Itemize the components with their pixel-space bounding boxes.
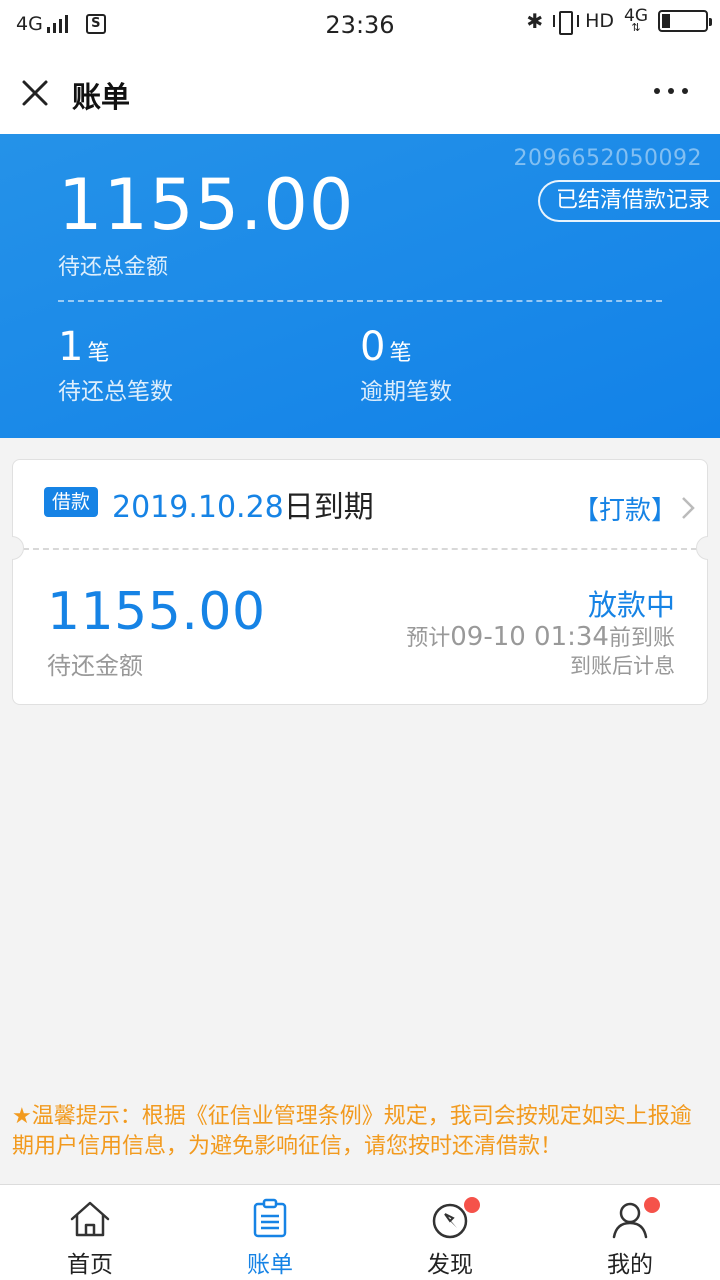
loan-amount: 1155.00 bbox=[47, 582, 266, 642]
discover-badge bbox=[464, 1197, 480, 1213]
eta-suffix: 前到账 bbox=[608, 626, 675, 651]
summary-divider bbox=[58, 300, 662, 302]
battery-level bbox=[662, 14, 670, 28]
card-notch-right bbox=[696, 536, 708, 560]
bottom-nav: 首页 账单 发现 我的 bbox=[0, 1184, 720, 1280]
status-right: ✱ HD 4G ⇅ bbox=[526, 8, 712, 35]
close-icon[interactable] bbox=[18, 76, 52, 110]
pending-count-label: 待还总笔数 bbox=[58, 379, 173, 405]
overdue-count-row: 0笔 bbox=[360, 324, 452, 370]
total-pending-amount: 1155.00 bbox=[58, 164, 355, 246]
nav-item-mine[interactable]: 我的 bbox=[540, 1185, 720, 1280]
pending-count-unit: 笔 bbox=[87, 341, 110, 366]
loan-amount-label: 待还金额 bbox=[47, 652, 143, 680]
card-divider bbox=[23, 548, 697, 550]
bill-icon bbox=[253, 1198, 287, 1238]
credit-warning-tip: ★温馨提示：根据《征信业管理条例》规定，我司会按规定如实上报逾期用户信用信息，为… bbox=[12, 1104, 692, 1159]
bluetooth-icon: ✱ bbox=[526, 9, 544, 33]
pending-count-row: 1笔 bbox=[58, 324, 173, 370]
loan-card[interactable]: 借款 2019.10.28日到期 【打款】 1155.00 待还金额 放款中 预… bbox=[12, 459, 708, 705]
overdue-count-unit: 笔 bbox=[389, 341, 412, 366]
loan-status: 放款中 bbox=[587, 588, 675, 622]
hd-label: HD bbox=[585, 10, 614, 32]
overdue-count-label: 逾期笔数 bbox=[360, 379, 452, 405]
due-date-suffix: 日到期 bbox=[283, 490, 374, 525]
home-icon bbox=[70, 1201, 110, 1237]
nav-label-home: 首页 bbox=[67, 1252, 113, 1278]
arrival-eta: 预计09-10 01:34前到账 bbox=[406, 620, 675, 652]
eta-time: 09-10 01:34 bbox=[450, 622, 609, 652]
nav-label-bill: 账单 bbox=[247, 1252, 293, 1278]
nav-item-discover[interactable]: 发现 bbox=[360, 1185, 540, 1280]
header: 账单 bbox=[0, 50, 720, 134]
overdue-count-stat: 0笔 逾期笔数 bbox=[360, 324, 452, 406]
eta-prefix: 预计 bbox=[406, 626, 451, 651]
nav-label-discover: 发现 bbox=[427, 1252, 473, 1278]
loan-tag: 借款 bbox=[44, 487, 99, 517]
pending-count-stat: 1笔 待还总笔数 bbox=[58, 324, 173, 406]
nav-label-mine: 我的 bbox=[607, 1252, 653, 1278]
nav-item-home[interactable]: 首页 bbox=[0, 1185, 180, 1280]
data-arrows-icon: ⇅ bbox=[631, 21, 641, 34]
network-4g-icon: 4G ⇅ bbox=[624, 8, 648, 34]
page-title: 账单 bbox=[72, 80, 131, 114]
order-number: 2096652050092 bbox=[513, 146, 702, 171]
more-icon[interactable] bbox=[654, 88, 688, 94]
due-date: 2019.10.28日到期 bbox=[112, 482, 374, 526]
status-bar: 4G S 23:36 ✱ HD 4G ⇅ bbox=[0, 0, 720, 50]
transfer-link[interactable]: 【打款】 bbox=[573, 490, 677, 527]
battery-icon bbox=[658, 10, 712, 32]
vibrate-icon bbox=[553, 9, 580, 35]
cleared-loans-button[interactable]: 已结清借款记录 bbox=[537, 180, 720, 222]
summary-banner: 2096652050092 已结清借款记录 1155.00 待还总金额 1笔 待… bbox=[0, 134, 720, 438]
mine-badge bbox=[644, 1197, 660, 1213]
overdue-count: 0 bbox=[360, 324, 386, 370]
interest-note: 到账后计息 bbox=[570, 654, 675, 678]
total-pending-label: 待还总金额 bbox=[58, 255, 169, 280]
due-date-value: 2019.10.28 bbox=[112, 490, 284, 525]
card-notch-left bbox=[12, 536, 24, 560]
nav-item-bill[interactable]: 账单 bbox=[180, 1185, 360, 1280]
chevron-right-icon[interactable] bbox=[677, 494, 699, 522]
pending-count: 1 bbox=[58, 324, 84, 370]
